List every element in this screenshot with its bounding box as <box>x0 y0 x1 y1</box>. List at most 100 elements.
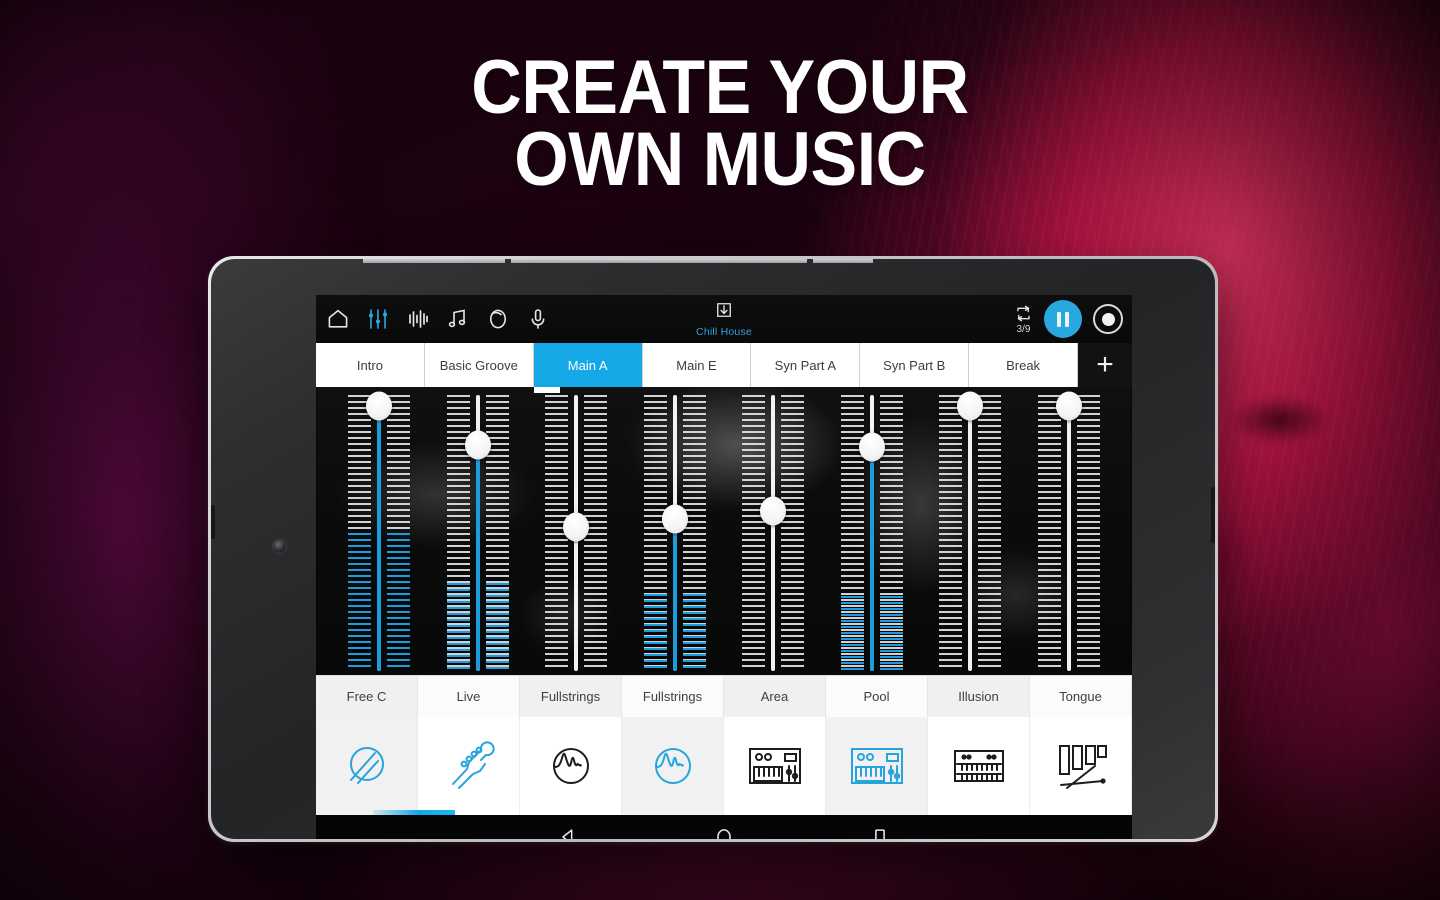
fader-rail-fill <box>672 519 677 671</box>
promo-headline: CREATE YOUR OWN MUSIC <box>58 50 1383 202</box>
fader-ticks-level-left <box>446 582 470 671</box>
tab-break[interactable]: Break <box>969 343 1079 387</box>
track-name-1[interactable]: Free C <box>316 676 418 717</box>
fader-track-8[interactable] <box>1020 391 1119 671</box>
fader-track-1[interactable] <box>330 391 429 671</box>
fader <box>939 391 1002 671</box>
instrument-cell-7[interactable] <box>928 717 1030 815</box>
track-name-5[interactable]: Area <box>724 676 826 717</box>
loop-circle-icon[interactable] <box>485 306 511 332</box>
fader-knob[interactable] <box>563 512 590 542</box>
app-toolbar: Chill House 3/9 <box>316 295 1132 343</box>
instrument-cell-8[interactable] <box>1030 717 1132 815</box>
toolbar-left-icons <box>325 306 551 332</box>
microphone-icon[interactable] <box>525 306 551 332</box>
fader-ticks-left <box>742 395 766 671</box>
record-icon <box>1101 312 1115 326</box>
power-button[interactable] <box>1211 487 1215 543</box>
section-tabs: Intro Basic Groove Main A Main E Syn Par… <box>316 343 1132 393</box>
project-name[interactable]: Chill House <box>696 326 752 338</box>
antenna-band <box>363 259 505 263</box>
loop-repeat-icon[interactable]: 3/9 <box>1014 304 1033 335</box>
fader-rail <box>771 395 776 671</box>
fader-rail-fill <box>475 444 480 671</box>
track-name-2[interactable]: Live <box>418 676 520 717</box>
tablet-bezel: Chill House 3/9 Intro Basic Groove Main … <box>211 259 1215 839</box>
tablet-device: Chill House 3/9 Intro Basic Groove Main … <box>208 256 1218 842</box>
waveform-circle-icon <box>546 741 596 791</box>
headline-line-2: OWN MUSIC <box>514 117 926 202</box>
save-download-icon[interactable] <box>714 300 734 325</box>
add-section-button[interactable]: + <box>1078 343 1132 387</box>
fader-track-3[interactable] <box>527 395 626 671</box>
fader-ticks-level-right <box>485 582 509 671</box>
screenshot-stage: CREATE YOUR OWN MUSIC Chill House 3/9 In… <box>0 0 1440 900</box>
track-name-8[interactable]: Tongue <box>1030 676 1132 717</box>
toolbar-transport: 3/9 <box>1014 300 1123 338</box>
fader-knob[interactable] <box>1055 391 1082 421</box>
mixer-icon[interactable] <box>365 306 391 332</box>
track-name-7[interactable]: Illusion <box>928 676 1030 717</box>
antenna-band <box>511 259 807 263</box>
organ-keys-icon <box>950 743 1008 789</box>
track-name-6[interactable]: Pool <box>826 676 928 717</box>
mallet-bars-icon <box>1053 740 1109 792</box>
fader-rail-fill <box>377 406 382 671</box>
track-name-4[interactable]: Fullstrings <box>622 676 724 717</box>
fader-knob[interactable] <box>366 391 393 421</box>
fader-track-4[interactable] <box>626 395 725 671</box>
fader <box>545 395 608 671</box>
music-notes-icon[interactable] <box>445 306 471 332</box>
track-name-3[interactable]: Fullstrings <box>520 676 622 717</box>
fader-ticks-level-left <box>643 593 667 671</box>
fader-ticks-right <box>781 395 805 671</box>
tab-basic-groove[interactable]: Basic Groove <box>424 343 534 387</box>
instrument-cell-1[interactable] <box>316 717 418 815</box>
fader-rail <box>1066 395 1071 671</box>
tab-syn-part-a[interactable]: Syn Part A <box>751 343 861 387</box>
instrument-cell-2[interactable] <box>418 717 520 815</box>
tab-syn-part-b[interactable]: Syn Part B <box>860 343 970 387</box>
scrollbar-thumb[interactable] <box>373 810 455 815</box>
android-navigation-bar <box>316 815 1132 839</box>
fader-ticks-level-left <box>348 533 372 671</box>
home-icon[interactable] <box>325 306 351 332</box>
fader-knob[interactable] <box>957 391 984 421</box>
fader-track-7[interactable] <box>921 391 1020 671</box>
fader-knob[interactable] <box>464 430 491 460</box>
track-name-row: Free C Live Fullstrings Fullstrings Area… <box>316 675 1132 717</box>
record-button[interactable] <box>1093 304 1123 334</box>
fader-track-2[interactable] <box>429 395 528 671</box>
fader-ticks-level-left <box>840 596 864 671</box>
tab-main-e[interactable]: Main E <box>642 343 752 387</box>
pause-icon <box>1057 311 1069 327</box>
fader-knob[interactable] <box>858 432 885 462</box>
fader-knob[interactable] <box>760 496 787 526</box>
guitar-neck-icon <box>443 740 495 792</box>
fader-track-6[interactable] <box>823 395 922 671</box>
home-button[interactable] <box>710 823 738 839</box>
fader-rail <box>968 395 973 671</box>
waveform-icon[interactable] <box>405 306 431 332</box>
fader-ticks-right <box>978 395 1002 671</box>
fader-track-5[interactable] <box>724 395 823 671</box>
tab-intro[interactable]: Intro <box>316 343 425 387</box>
synth-keyboard-icon <box>848 743 906 789</box>
instrument-cell-4[interactable] <box>622 717 724 815</box>
recents-button[interactable] <box>866 823 894 839</box>
antenna-band <box>813 259 873 263</box>
back-button[interactable] <box>554 823 582 839</box>
pause-button[interactable] <box>1044 300 1082 338</box>
volume-button[interactable] <box>211 505 215 539</box>
synth-keyboard-icon <box>746 743 804 789</box>
instrument-cell-3[interactable] <box>520 717 622 815</box>
fader <box>840 395 903 671</box>
tab-main-a[interactable]: Main A <box>533 343 643 393</box>
fader-knob[interactable] <box>661 504 688 534</box>
fader <box>446 395 509 671</box>
waveform-circle-icon <box>648 741 698 791</box>
instrument-cell-6[interactable] <box>826 717 928 815</box>
instrument-cell-5[interactable] <box>724 717 826 815</box>
fader-ticks-right <box>1076 395 1100 671</box>
horizontal-scrollbar[interactable] <box>316 810 1132 815</box>
